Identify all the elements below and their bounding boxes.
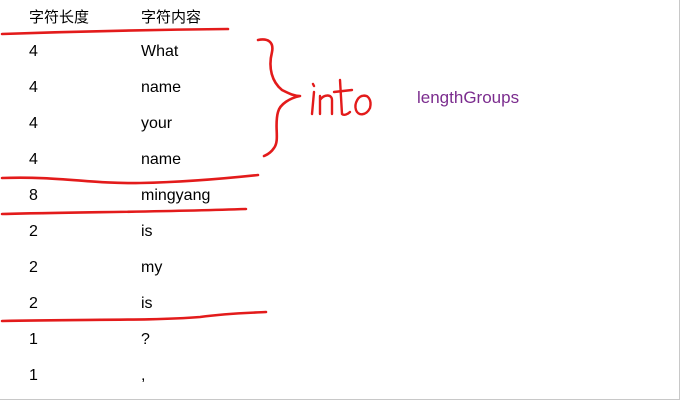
separator-line-group-2: [0, 310, 268, 323]
handwritten-into: [310, 78, 372, 117]
separator-line-group-8: [0, 207, 248, 216]
separator-line-header: [0, 27, 230, 36]
separator-line-group-4: [0, 173, 260, 185]
ink-annotations: into: [0, 27, 372, 323]
group-brace: [256, 38, 302, 158]
length-groups-label: lengthGroups: [417, 88, 520, 107]
